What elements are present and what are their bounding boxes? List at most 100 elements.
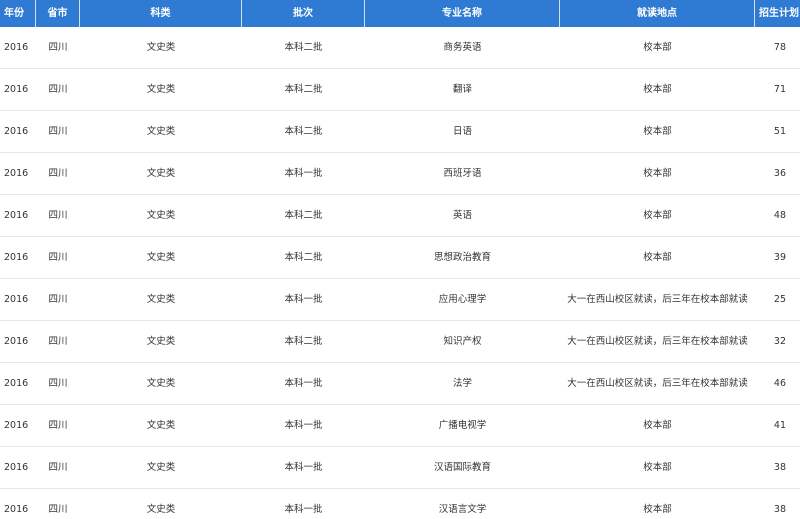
cell-plan: 32 [773, 336, 786, 347]
cell-batch: 本科一批 [284, 294, 323, 305]
table-row: 2016 四川 文史类 本科一批 应用心理学 大一在西山校区就读，后三年在校本部就读 25 [0, 279, 800, 321]
cell-province: 四川 [48, 126, 68, 137]
cell-year: 2016 [4, 168, 29, 179]
cell-category: 文史类 [146, 252, 176, 263]
cell-province: 四川 [48, 378, 68, 389]
cell-batch: 本科一批 [284, 420, 323, 431]
cell-year: 2016 [4, 84, 29, 95]
cell-batch: 本科二批 [284, 126, 323, 137]
cell-province: 四川 [48, 168, 68, 179]
cell-major: 应用心理学 [438, 294, 487, 305]
cell-year: 2016 [4, 126, 29, 137]
cell-location: 校本部 [643, 168, 672, 179]
cell-category: 文史类 [146, 126, 176, 137]
cell-province: 四川 [48, 84, 68, 95]
cell-plan: 41 [773, 420, 786, 431]
cell-major: 日语 [452, 126, 472, 137]
cell-batch: 本科二批 [284, 42, 323, 53]
cell-location: 校本部 [643, 462, 672, 473]
cell-year: 2016 [4, 504, 29, 515]
cell-province: 四川 [48, 336, 68, 347]
cell-province: 四川 [48, 42, 68, 53]
table-row: 2016 四川 文史类 本科一批 汉语国际教育 校本部 38 [0, 447, 800, 489]
cell-plan: 36 [773, 168, 786, 179]
table-row: 2016 四川 文史类 本科一批 西班牙语 校本部 36 [0, 153, 800, 195]
cell-year: 2016 [4, 210, 29, 221]
cell-province: 四川 [48, 504, 68, 515]
cell-major: 法学 [452, 378, 472, 389]
cell-major: 广播电视学 [438, 420, 487, 431]
cell-year: 2016 [4, 294, 29, 305]
table-row: 2016 四川 文史类 本科二批 商务英语 校本部 78 [0, 27, 800, 69]
cell-location: 校本部 [643, 210, 672, 221]
cell-major: 英语 [452, 210, 472, 221]
cell-category: 文史类 [146, 462, 176, 473]
header-province[interactable]: 省市 [36, 0, 80, 27]
cell-major: 汉语国际教育 [433, 462, 491, 473]
cell-category: 文史类 [146, 168, 176, 179]
cell-location: 校本部 [643, 420, 672, 431]
header-category[interactable]: 科类 [80, 0, 242, 27]
cell-category: 文史类 [146, 504, 176, 515]
cell-batch: 本科一批 [284, 462, 323, 473]
cell-year: 2016 [4, 336, 29, 347]
cell-plan: 48 [773, 210, 786, 221]
cell-category: 文史类 [146, 336, 176, 347]
cell-batch: 本科二批 [284, 84, 323, 95]
cell-plan: 25 [773, 294, 786, 305]
cell-year: 2016 [4, 420, 29, 431]
cell-plan: 78 [773, 42, 786, 53]
cell-category: 文史类 [146, 378, 176, 389]
table-row: 2016 四川 文史类 本科一批 法学 大一在西山校区就读，后三年在校本部就读 46 [0, 363, 800, 405]
cell-province: 四川 [48, 210, 68, 221]
cell-year: 2016 [4, 462, 29, 473]
cell-plan: 38 [773, 462, 786, 473]
table-row: 2016 四川 文史类 本科二批 知识产权 大一在西山校区就读，后三年在校本部就读 32 [0, 321, 800, 363]
cell-major: 翻译 [452, 84, 472, 95]
header-year[interactable]: 年份 [0, 0, 36, 27]
cell-batch: 本科一批 [284, 504, 323, 515]
table-row: 2016 四川 文史类 本科二批 翻译 校本部 71 [0, 69, 800, 111]
cell-major: 知识产权 [443, 336, 482, 347]
cell-category: 文史类 [146, 42, 176, 53]
admission-plan-table: 年份 省市 科类 批次 专业名称 就读地点 招生计划 2016 四川 文史类 本科二批… [0, 0, 800, 519]
cell-province: 四川 [48, 420, 68, 431]
cell-province: 四川 [48, 294, 68, 305]
header-major[interactable]: 专业名称 [365, 0, 560, 27]
cell-location: 校本部 [643, 42, 672, 53]
cell-year: 2016 [4, 378, 29, 389]
cell-plan: 46 [773, 378, 786, 389]
cell-batch: 本科二批 [284, 336, 323, 347]
cell-category: 文史类 [146, 420, 176, 431]
cell-plan: 38 [773, 504, 786, 515]
cell-location: 校本部 [643, 126, 672, 137]
header-batch[interactable]: 批次 [242, 0, 365, 27]
cell-category: 文史类 [146, 84, 176, 95]
cell-location: 校本部 [643, 504, 672, 515]
table-header: 年份 省市 科类 批次 专业名称 就读地点 招生计划 [0, 0, 800, 27]
header-location[interactable]: 就读地点 [560, 0, 755, 27]
cell-province: 四川 [48, 252, 68, 263]
cell-category: 文史类 [146, 210, 176, 221]
cell-batch: 本科一批 [284, 378, 323, 389]
table-row: 2016 四川 文史类 本科二批 日语 校本部 51 [0, 111, 800, 153]
cell-location: 校本部 [643, 252, 672, 263]
cell-major: 思想政治教育 [433, 252, 491, 263]
cell-province: 四川 [48, 462, 68, 473]
cell-plan: 51 [773, 126, 786, 137]
cell-major: 汉语言文学 [438, 504, 487, 515]
table-row: 2016 四川 文史类 本科二批 思想政治教育 校本部 39 [0, 237, 800, 279]
cell-year: 2016 [4, 252, 29, 263]
cell-major: 西班牙语 [443, 168, 482, 179]
cell-location: 大一在西山校区就读，后三年在校本部就读 [567, 336, 748, 347]
cell-batch: 本科二批 [284, 252, 323, 263]
cell-location: 校本部 [643, 84, 672, 95]
cell-category: 文史类 [146, 294, 176, 305]
header-plan[interactable]: 招生计划 [755, 0, 800, 27]
cell-major: 商务英语 [443, 42, 482, 53]
cell-plan: 39 [773, 252, 786, 263]
table-row: 2016 四川 文史类 本科二批 英语 校本部 48 [0, 195, 800, 237]
cell-year: 2016 [4, 42, 29, 53]
cell-location: 大一在西山校区就读，后三年在校本部就读 [567, 294, 748, 305]
cell-location: 大一在西山校区就读，后三年在校本部就读 [567, 378, 748, 389]
